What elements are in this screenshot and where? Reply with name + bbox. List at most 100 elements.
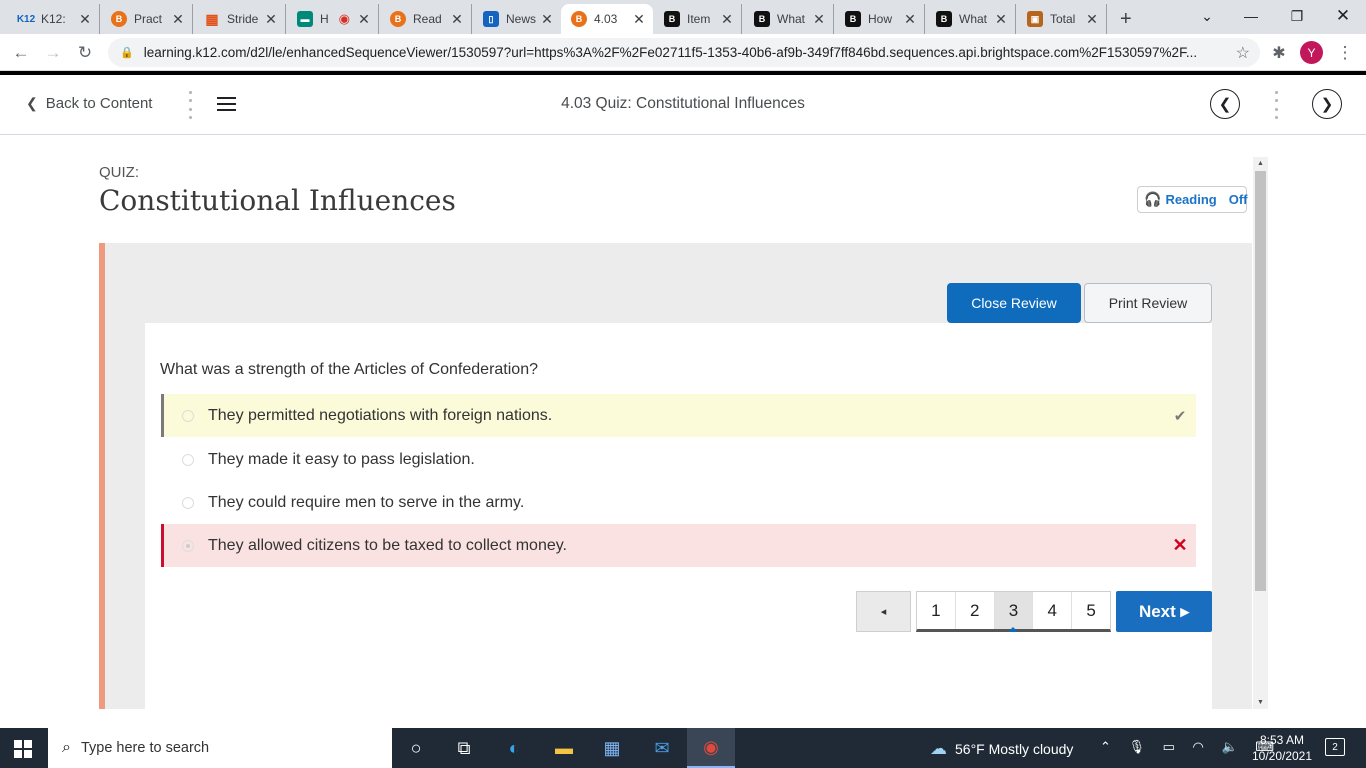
task-view-icon[interactable]: ⧉ <box>440 728 488 768</box>
edge-icon[interactable]: ◐ <box>490 728 538 768</box>
page-button-5[interactable]: 5 <box>1072 592 1110 629</box>
bookmark-star-icon[interactable]: ☆ <box>1236 43 1250 63</box>
question-text: What was a strength of the Articles of C… <box>160 361 538 378</box>
radio-button[interactable] <box>182 453 194 466</box>
extensions-puzzle-icon[interactable]: ✱ <box>1266 40 1292 66</box>
notification-center-icon[interactable]: 2 <box>1325 738 1345 756</box>
tab-search-icon[interactable]: ⌄ <box>1184 0 1230 32</box>
radio-button[interactable] <box>182 409 194 422</box>
answer-option-1[interactable]: They permitted negotiations with foreign… <box>161 394 1196 437</box>
bb-favicon-icon: B <box>390 11 406 27</box>
page-button-4[interactable]: 4 <box>1033 592 1073 629</box>
total-favicon-icon: ▣ <box>1027 11 1043 27</box>
minimize-icon[interactable]: — <box>1228 0 1274 32</box>
close-tab-icon[interactable]: ✕ <box>811 11 827 28</box>
close-tab-icon[interactable]: ✕ <box>263 11 279 28</box>
brainly-favicon-icon: B <box>664 11 680 27</box>
page-button-2[interactable]: 2 <box>956 592 995 629</box>
headphones-icon: 🎧 <box>1144 191 1162 207</box>
brainly-favicon-icon: B <box>845 11 861 27</box>
radio-button[interactable] <box>182 496 194 509</box>
maximize-icon[interactable]: ❐ <box>1274 0 1320 32</box>
browser-tab-11[interactable]: B What ✕ <box>926 4 1016 34</box>
brainly-favicon-icon: B <box>754 11 770 27</box>
page-button-3-current[interactable]: 3 <box>994 592 1034 632</box>
profile-avatar[interactable]: Y <box>1300 41 1323 64</box>
close-tab-icon[interactable]: ✕ <box>993 11 1009 28</box>
brainly-favicon-icon: B <box>936 11 952 27</box>
next-button[interactable]: Next ▸ <box>1116 591 1212 632</box>
cloud-icon: ☁ <box>930 739 947 758</box>
browser-toolbar: ← → ↻ 🔒 learning.k12.com/d2l/le/enhanced… <box>0 34 1366 71</box>
store-icon[interactable]: ▦ <box>588 728 636 768</box>
browser-tab-3[interactable]: ▦ Stride ✕ <box>194 4 286 34</box>
browser-tab-4[interactable]: ▬ H ◉ ✕ <box>287 4 379 34</box>
browser-tab-10[interactable]: B How ✕ <box>835 4 925 34</box>
windows-taskbar: ⌕ Type here to search ○ ⧉ ◐ ▬ ▦ ✉ ◉ ☁ 56… <box>0 728 1366 768</box>
close-tab-icon[interactable]: ✕ <box>719 11 735 28</box>
close-tab-icon[interactable]: ✕ <box>170 11 186 28</box>
close-window-icon[interactable]: ✕ <box>1320 0 1366 32</box>
answer-option-3[interactable]: They could require men to serve in the a… <box>161 481 1196 524</box>
divider-dots <box>1274 91 1278 119</box>
browser-tab-active[interactable]: B 4.03 ✕ <box>561 4 653 34</box>
chrome-icon[interactable]: ◉ <box>687 728 735 768</box>
browser-tab-5[interactable]: B Read ✕ <box>380 4 472 34</box>
page-scrollbar[interactable]: ▲ ▼ <box>1253 157 1268 709</box>
browser-tab-2[interactable]: B Pract ✕ <box>101 4 193 34</box>
pagination: 1 2 3 4 5 <box>916 591 1111 632</box>
close-tab-icon[interactable]: ✕ <box>356 11 372 28</box>
reload-icon[interactable]: ↻ <box>72 40 98 66</box>
back-arrow-icon[interactable]: ← <box>8 40 34 66</box>
k12-favicon-icon: K12 <box>16 13 36 25</box>
scrollbar-thumb[interactable] <box>1255 171 1266 591</box>
page-title: Constitutional Influences <box>99 184 456 217</box>
cortana-icon[interactable]: ○ <box>392 728 440 768</box>
radio-button-selected[interactable] <box>182 539 194 552</box>
taskbar-clock[interactable]: 8:53 AM 10/20/2021 <box>1250 732 1314 764</box>
next-item-icon[interactable]: ❯ <box>1312 89 1342 119</box>
close-tab-icon[interactable]: ✕ <box>77 11 93 28</box>
lock-icon: 🔒 <box>120 47 134 59</box>
news-favicon-icon: ▯ <box>483 11 499 27</box>
answer-option-4[interactable]: They allowed citizens to be taxed to col… <box>161 524 1196 567</box>
checkmark-icon: ✔ <box>1173 407 1187 425</box>
page-button-1[interactable]: 1 <box>917 592 956 629</box>
quiz-kicker: QUIZ: <box>99 164 139 181</box>
print-review-button[interactable]: Print Review <box>1084 283 1212 323</box>
scroll-up-icon[interactable]: ▲ <box>1253 160 1268 167</box>
browser-tab-9[interactable]: B What ✕ <box>744 4 834 34</box>
new-tab-button[interactable]: + <box>1114 4 1144 34</box>
close-tab-icon[interactable]: ✕ <box>1084 11 1100 28</box>
close-tab-icon[interactable]: ✕ <box>539 11 555 28</box>
browser-tab-8[interactable]: B Item ✕ <box>654 4 742 34</box>
browser-tab-12[interactable]: ▣ Total ✕ <box>1017 4 1107 34</box>
browser-tab-strip: K12 K12: ✕ B Pract ✕ ▦ Stride ✕ ▬ H ◉ ✕ … <box>0 0 1366 34</box>
bb-favicon-icon: B <box>571 11 587 27</box>
lms-page-title: 4.03 Quiz: Constitutional Influences <box>561 95 805 112</box>
previous-page-button[interactable]: ◂ <box>856 591 911 632</box>
answer-option-2[interactable]: They made it easy to pass legislation. <box>161 438 1196 481</box>
taskbar-search-box[interactable]: ⌕ Type here to search <box>48 728 392 768</box>
previous-item-icon[interactable]: ❮ <box>1210 89 1240 119</box>
browser-tab-1[interactable]: K12 K12: ✕ <box>8 4 100 34</box>
recording-icon: ◉ <box>338 11 350 26</box>
windows-start-icon[interactable] <box>14 740 32 758</box>
file-explorer-icon[interactable]: ▬ <box>540 728 588 768</box>
reading-toggle[interactable]: 🎧 Reading Off <box>1137 186 1248 213</box>
search-icon: ⌕ <box>62 739 71 756</box>
stride-favicon-icon: ▦ <box>205 10 219 27</box>
close-tab-icon[interactable]: ✕ <box>902 11 918 28</box>
close-tab-icon[interactable]: ✕ <box>449 11 465 28</box>
url-text[interactable]: learning.k12.com/d2l/le/enhancedSequence… <box>144 45 1236 60</box>
browser-tab-6[interactable]: ▯ News ✕ <box>473 4 561 34</box>
address-bar[interactable]: 🔒 learning.k12.com/d2l/le/enhancedSequen… <box>108 38 1260 67</box>
menu-kebab-icon[interactable]: ⋮ <box>1332 40 1358 66</box>
weather-widget[interactable]: ☁ 56°F Mostly cloudy <box>930 739 1073 759</box>
scroll-down-icon[interactable]: ▼ <box>1253 699 1268 706</box>
close-review-button[interactable]: Close Review <box>947 283 1081 323</box>
close-tab-icon[interactable]: ✕ <box>631 11 647 28</box>
reading-state: Off <box>1228 192 1248 207</box>
forward-arrow-icon[interactable]: → <box>40 40 66 66</box>
mail-icon[interactable]: ✉ <box>638 728 686 768</box>
